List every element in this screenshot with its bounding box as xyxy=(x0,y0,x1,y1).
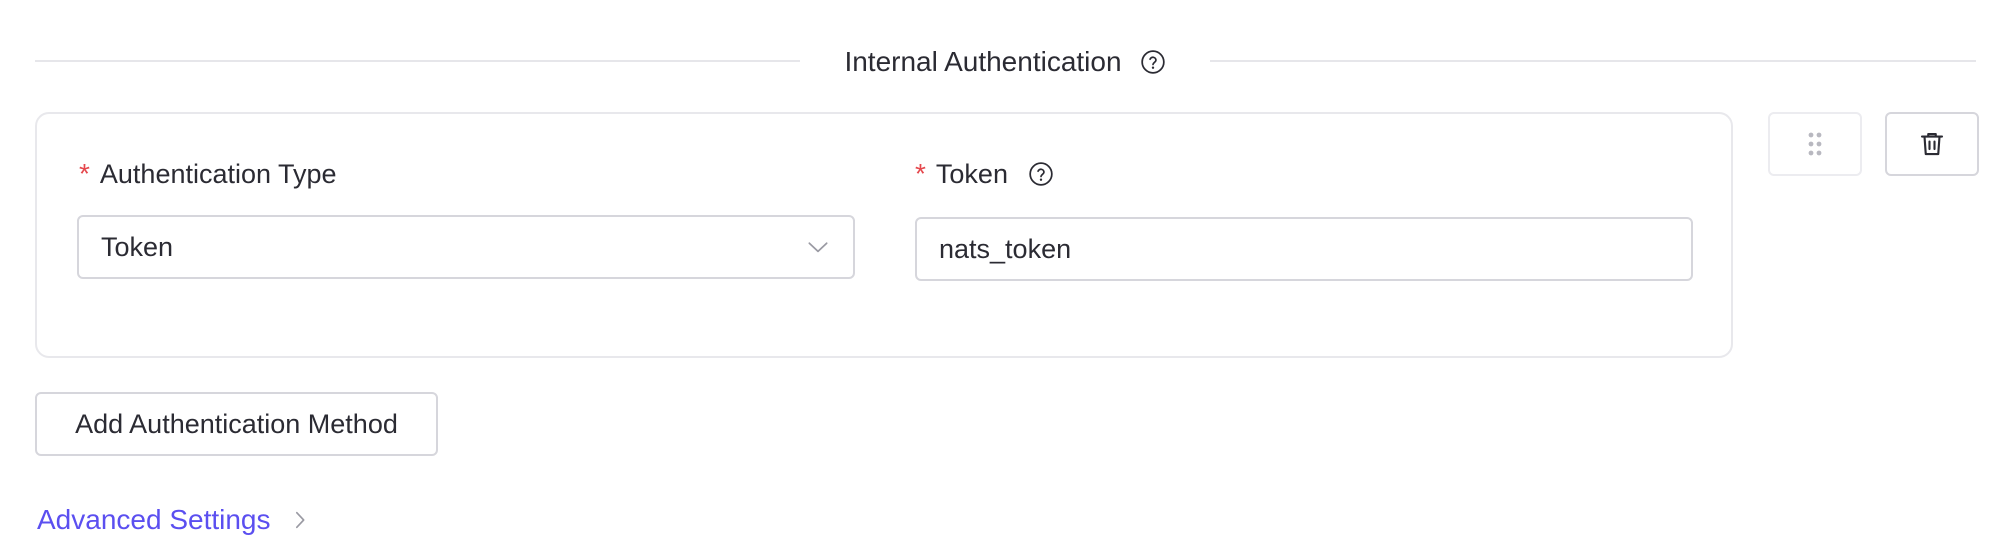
drag-handle-button[interactable] xyxy=(1768,112,1862,176)
advanced-settings-link[interactable]: Advanced Settings xyxy=(37,502,311,538)
delete-button[interactable] xyxy=(1885,112,1979,176)
token-label: * Token xyxy=(915,158,1054,190)
auth-type-label: * Authentication Type xyxy=(79,158,337,190)
auth-type-select[interactable]: Token xyxy=(77,215,855,279)
page: Internal Authentication * Authentication… xyxy=(0,0,2016,538)
question-circle-icon[interactable] xyxy=(1140,49,1166,75)
auth-type-label-text: Authentication Type xyxy=(99,158,337,189)
section-title: Internal Authentication xyxy=(844,46,1122,77)
chevron-down-icon xyxy=(808,242,828,253)
auth-method-card: * Authentication Type Token * Token nats… xyxy=(35,112,1733,358)
add-method-label: Add Authentication Method xyxy=(75,408,398,439)
add-authentication-method-button[interactable]: Add Authentication Method xyxy=(35,392,438,456)
divider-left xyxy=(35,60,800,62)
auth-type-selected-value: Token xyxy=(101,231,174,262)
trash-icon xyxy=(1920,132,1944,156)
section-header: Internal Authentication xyxy=(800,44,1210,80)
question-circle-icon[interactable] xyxy=(1028,161,1054,187)
required-marker: * xyxy=(915,158,926,189)
token-input[interactable]: nats_token xyxy=(915,217,1693,281)
chevron-right-icon xyxy=(295,511,304,529)
drag-handle-icon xyxy=(1808,132,1822,156)
advanced-settings-label: Advanced Settings xyxy=(37,504,271,535)
token-label-text: Token xyxy=(935,158,1008,189)
token-input-value: nats_token xyxy=(939,233,1072,264)
required-marker: * xyxy=(79,158,90,189)
divider-right xyxy=(1210,60,1976,62)
